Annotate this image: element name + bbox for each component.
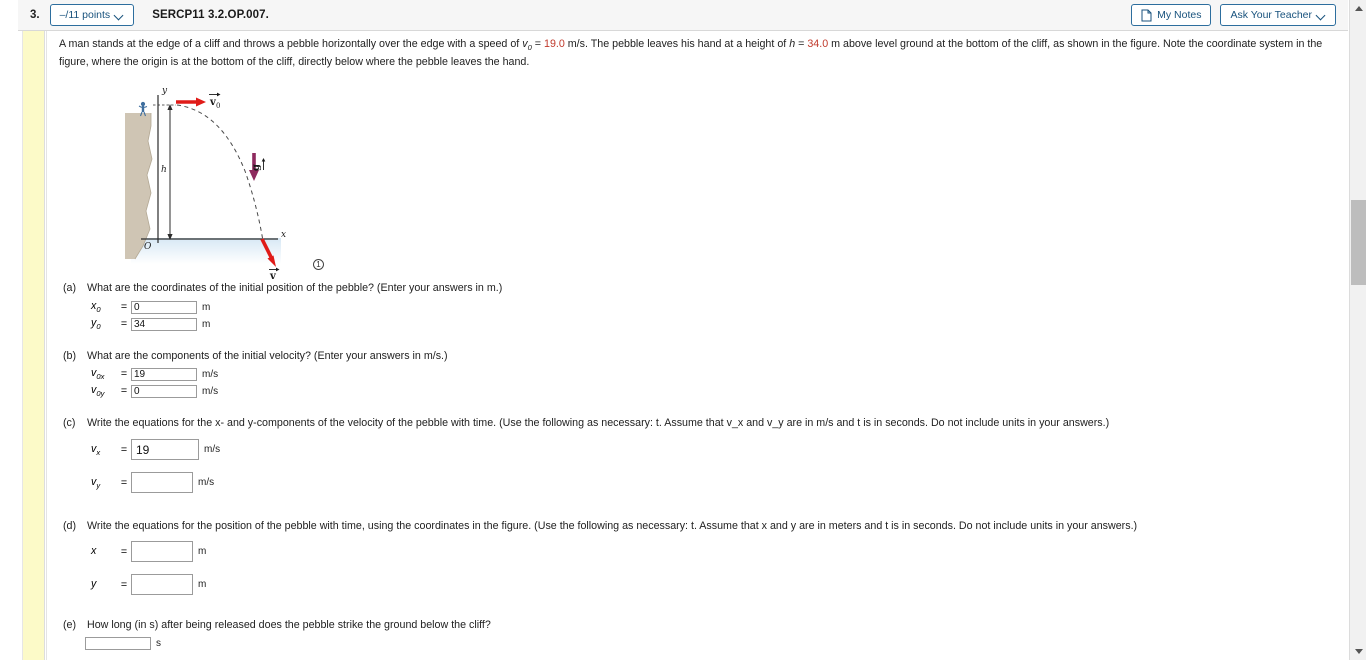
unit-y: m: [198, 579, 207, 590]
part-a-label: (a): [63, 282, 77, 294]
svg-text:g: g: [251, 164, 262, 171]
part-a-field-y0: y0 = m: [91, 317, 210, 331]
label-v0y: v0y: [91, 384, 105, 398]
input-time[interactable]: [85, 637, 151, 650]
part-a-question: What are the coordinates of the initial …: [87, 282, 503, 294]
question-code: SERCP11 3.2.OP.007.: [152, 9, 269, 21]
svg-text:0: 0: [216, 102, 220, 110]
points-label: –/11 points: [59, 9, 111, 21]
part-d-question: Write the equations for the position of …: [87, 520, 1138, 532]
unit-x0: m: [202, 301, 211, 313]
unit-y0: m: [202, 318, 211, 330]
question-page: 3. –/11 points SERCP11 3.2.OP.007. My No…: [0, 0, 1366, 660]
label-vx: vx: [91, 442, 101, 457]
part-c-label: (c): [63, 417, 76, 429]
input-y0[interactable]: [131, 317, 197, 331]
cliff-rock: [125, 113, 152, 259]
equals-sign: =: [120, 443, 128, 456]
vertical-scrollbar[interactable]: [1349, 0, 1366, 660]
stem-text-2: m/s. The pebble leaves his hand at a hei…: [564, 38, 790, 50]
equals-sign: =: [120, 476, 128, 489]
label-y: y: [91, 577, 97, 590]
label-x: x: [91, 544, 97, 557]
question-number: 3.: [30, 9, 40, 21]
unit-v0y: m/s: [202, 385, 219, 397]
input-vx[interactable]: [131, 439, 199, 460]
input-y[interactable]: [131, 574, 193, 595]
label-y0: y0: [91, 317, 101, 331]
chevron-down-icon: [1317, 11, 1326, 20]
question-header: 3. –/11 points SERCP11 3.2.OP.007. My No…: [18, 0, 1348, 31]
label-vy: vy: [91, 475, 101, 490]
unit-v0x: m/s: [202, 368, 219, 380]
input-x[interactable]: [131, 541, 193, 562]
my-notes-label: My Notes: [1157, 9, 1202, 21]
header-actions: My Notes Ask Your Teacher: [1131, 4, 1336, 26]
points-dropdown-button[interactable]: –/11 points: [49, 4, 135, 26]
svg-text:O: O: [144, 242, 152, 252]
question-content: A man stands at the edge of a cliff and …: [46, 31, 1348, 660]
input-v0y[interactable]: [131, 384, 197, 398]
svg-text:h: h: [161, 165, 167, 175]
figure-svg: y x O h v 0 g v: [125, 86, 286, 282]
svg-text:x: x: [281, 230, 286, 240]
projectile-figure: y x O h v 0 g v 1: [113, 71, 324, 282]
part-c-field-vy: vy = m/s: [91, 472, 214, 493]
label-v0x: v0x: [91, 367, 105, 381]
unit-x: m: [198, 546, 207, 557]
my-notes-button[interactable]: My Notes: [1131, 4, 1212, 26]
input-vy[interactable]: [131, 472, 193, 493]
input-v0x[interactable]: [131, 367, 197, 381]
part-a-field-x0: x0 = m: [91, 300, 210, 314]
unit-vy: m/s: [198, 477, 215, 488]
figure-index-badge: 1: [313, 259, 324, 270]
label-x0: x0: [91, 300, 101, 314]
note-page-icon: [1141, 9, 1152, 22]
part-e-label: (e): [63, 619, 77, 631]
equals-sign: =: [120, 385, 128, 397]
scroll-up-arrow-icon[interactable]: [1350, 0, 1366, 17]
svg-text:y: y: [161, 86, 168, 96]
input-x0[interactable]: [131, 300, 197, 314]
equals-sign: =: [120, 368, 128, 380]
scroll-down-arrow-icon[interactable]: [1350, 643, 1366, 660]
part-e-question: How long (in s) after being released doe…: [87, 619, 491, 631]
part-b-field-v0y: v0y = m/s: [91, 384, 218, 398]
stem-eq-1: =: [531, 38, 544, 50]
ask-teacher-label: Ask Your Teacher: [1230, 9, 1312, 21]
ask-your-teacher-button[interactable]: Ask Your Teacher: [1220, 4, 1336, 26]
problem-statement: A man stands at the edge of a cliff and …: [59, 37, 1341, 70]
svg-text:v: v: [269, 271, 277, 281]
part-b-label: (b): [63, 350, 77, 362]
part-b-question: What are the components of the initial v…: [87, 350, 448, 362]
left-gutter: [0, 31, 22, 660]
stem-eq-2: =: [795, 38, 808, 50]
equals-sign: =: [120, 301, 128, 313]
part-c-question: Write the equations for the x- and y-com…: [87, 417, 1110, 429]
part-c-field-vx: vx = m/s: [91, 439, 220, 460]
left-highlight-strip: [22, 31, 45, 660]
unit-time: s: [156, 638, 161, 649]
part-d-field-y: y = m: [91, 574, 206, 595]
part-e-field-time: s: [85, 637, 161, 650]
part-b-field-v0x: v0x = m/s: [91, 367, 218, 381]
h-value: 34.0: [807, 38, 829, 50]
v0-value: 19.0: [544, 38, 565, 50]
equals-sign: =: [120, 545, 128, 558]
stem-text-1: A man stands at the edge of a cliff and …: [59, 38, 523, 50]
part-d-field-x: x = m: [91, 541, 206, 562]
scrollbar-thumb[interactable]: [1351, 200, 1366, 285]
chevron-down-icon: [115, 11, 124, 20]
equals-sign: =: [120, 318, 128, 330]
part-d-label: (d): [63, 520, 77, 532]
equals-sign: =: [120, 578, 128, 591]
unit-vx: m/s: [204, 444, 221, 455]
